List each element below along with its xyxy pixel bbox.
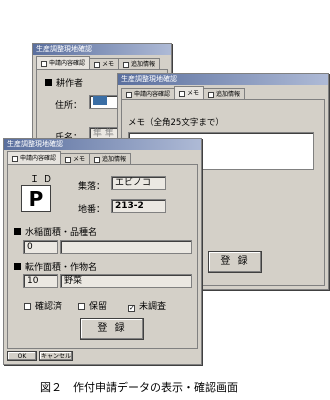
tab-icon	[208, 91, 215, 98]
paddy-area-field[interactable]: 0	[23, 240, 58, 254]
memo-label: メモ（全角25文字まで）	[128, 118, 224, 128]
cancel-button[interactable]: キャンセル	[39, 351, 73, 361]
id-label: ＩＤ	[30, 175, 57, 185]
memo-register-button[interactable]: 登 録	[208, 251, 262, 273]
conversion-heading: 転作面積・作物名	[14, 260, 97, 273]
checkbox-icon[interactable]	[78, 303, 85, 310]
checkbox-icon[interactable]	[24, 303, 31, 310]
conversion-crop-field[interactable]: 野菜	[60, 274, 192, 288]
ok-button[interactable]: OK	[7, 351, 37, 361]
checkbox-pending[interactable]: 保留	[78, 299, 107, 312]
address-label: 住所：	[55, 101, 83, 111]
tab-application[interactable]: 申請内容確認	[7, 151, 62, 165]
front-window-panel: ＩＤ P 集落： エビノコ 地番： 213-2 水稲面積・品種名 0 転作面積・…	[7, 164, 198, 349]
square-bullet-icon	[14, 263, 21, 270]
checkbox-confirmed[interactable]: 確認済	[24, 299, 62, 312]
front-window-tabs: 申請内容確認 メモ 追加情報	[7, 151, 132, 165]
tab-icon	[41, 60, 47, 67]
tab-icon	[65, 156, 72, 163]
memo-window-title: 生産調整現地確認	[118, 74, 328, 85]
front-window: 生産調整現地確認 申請内容確認 メモ 追加情報 ＩＤ P 集落： エビノコ 地番…	[3, 138, 202, 365]
conversion-area-field[interactable]: 10	[23, 274, 58, 288]
back-window-tabs: 申請内容確認 メモ 追加情報	[36, 56, 161, 70]
settlement-field[interactable]: エビノコ	[111, 176, 166, 190]
tab-icon	[179, 90, 186, 97]
paddy-heading: 水稲面積・品種名	[14, 225, 97, 238]
front-window-title: 生産調整現地確認	[4, 139, 201, 150]
tab-icon	[123, 61, 130, 68]
checkbox-unchecked[interactable]: ✓ 未調査	[128, 299, 166, 312]
checkbox-icon[interactable]: ✓	[128, 305, 135, 312]
tab-icon	[12, 155, 18, 162]
tab-icon	[94, 156, 101, 163]
tab-application[interactable]: 申請内容確認	[36, 56, 91, 70]
tab-icon	[126, 91, 132, 98]
memo-window-tabs: 申請内容確認 メモ 追加情報	[121, 86, 246, 100]
back-window-title: 生産調整現地確認	[33, 44, 171, 55]
redacted-block	[93, 96, 107, 105]
square-bullet-icon	[14, 228, 21, 235]
figure-caption: 図２ 作付申請データの表示・確認画面	[40, 381, 238, 394]
square-bullet-icon	[45, 79, 52, 86]
id-value: P	[21, 185, 51, 212]
cultivator-heading: 耕作者	[45, 76, 83, 89]
settlement-label: 集落：	[78, 182, 106, 192]
tab-memo[interactable]: メモ	[174, 86, 205, 100]
lot-label: 地番：	[78, 205, 106, 215]
register-button[interactable]: 登 録	[80, 318, 144, 340]
paddy-variety-field[interactable]	[60, 240, 192, 254]
lot-field[interactable]: 213-2	[111, 199, 166, 213]
tab-icon	[94, 61, 101, 68]
